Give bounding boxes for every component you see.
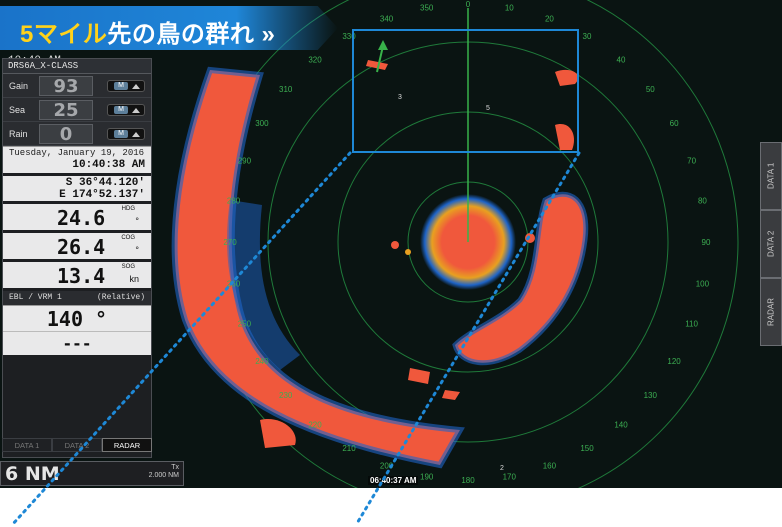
rain-mode-button[interactable]: M [107,128,145,140]
bearing-label-340: 340 [380,14,394,23]
bottom-clock: 06:40:37 AM [368,476,419,485]
bearing-label-80: 80 [698,197,707,206]
tab-radar[interactable]: RADAR [102,438,152,452]
range-box[interactable]: 6 NM Tx 2.000 NM [0,461,184,486]
bearing-label-320: 320 [308,56,322,65]
ebl-title: EBL / VRM 1 [9,293,62,302]
bearing-label-160: 160 [543,462,557,471]
ebl-value: 140 ° [3,305,151,331]
position-box: S 36°44.120' E 174°52.137' [3,173,151,201]
bearing-label-200: 200 [380,462,394,471]
longitude: E 174°52.137' [59,189,145,201]
rain-label: Rain [9,129,28,139]
stage: 350 0 10 20 30 40 50 60 70 80 90 100 110 120 130 140 150… [0,0,782,527]
cog-value: 26.4 [57,235,106,259]
cog-label: COG [121,235,135,241]
bearing-label-250: 250 [238,319,252,328]
bearing-label-70: 70 [687,157,696,166]
bearing-label-30: 30 [583,32,592,41]
latitude: S 36°44.120' [65,177,145,189]
bearing-label-310: 310 [279,85,293,94]
tx-value: 2.000 NM [148,472,179,479]
bearing-label-290: 290 [238,157,252,166]
sog-box: 13.4 SOG kn [3,259,151,288]
zoom-highlight-box [352,29,579,153]
bearing-label-300: 300 [255,119,269,128]
bearing-label-260: 260 [227,279,241,288]
bearing-label-10: 10 [505,4,514,13]
bearing-label-40: 40 [617,56,626,65]
bearing-label-110: 110 [685,319,698,328]
panel-tabs: DATA 1 DATA 2 RADAR [2,438,152,452]
rain-value[interactable]: 0 [39,124,93,144]
caption-text: 5マイル先の鳥の群れ » [20,14,275,49]
date-text: Tuesday, January 19, 2016 [9,148,145,158]
bearing-label-220: 220 [308,420,322,429]
bearing-label-280: 280 [227,197,241,206]
bearing-label-0: 0 [466,0,471,9]
bearing-label-150: 150 [580,444,594,453]
up-arrow-icon [132,132,140,137]
right-tab-data2[interactable]: DATA 2 [760,210,782,278]
up-arrow-icon [132,108,140,113]
gain-mode-button[interactable]: M [107,80,145,92]
bearing-label-100: 100 [696,279,710,288]
zoom-label-2: 2 [500,465,504,472]
heading-box: 24.6 HDG ° [3,201,151,230]
radar-screen[interactable]: 350 0 10 20 30 40 50 60 70 80 90 100 110 120 130 140 150… [0,0,782,488]
caption-highlight: 5マイル [20,21,108,48]
tx-info: Tx 2.000 NM [149,464,179,480]
range-value: 6 NM [5,463,60,485]
sea-value[interactable]: 25 [39,100,93,120]
cog-unit: ° [135,245,139,255]
tab-data1[interactable]: DATA 1 [2,438,52,452]
bearing-label-140: 140 [614,420,628,429]
sog-unit: kn [129,274,139,284]
bearing-label-270: 270 [223,238,237,247]
heading-label: HDG [121,206,135,212]
double-chevron-icon: » [261,21,276,48]
rain-control[interactable]: Rain 0 M [3,122,151,146]
bearing-label-210: 210 [342,444,356,453]
radar-name: DRS6A_X-CLASS [3,59,151,74]
cog-box: 26.4 COG ° [3,230,151,259]
right-tab-radar[interactable]: RADAR [760,278,782,346]
heading-value: 24.6 [57,206,106,230]
bearing-label-50: 50 [646,85,655,94]
ebl-vrm-box[interactable]: EBL / VRM 1 (Relative) 140 ° --- [3,288,151,355]
bearing-label-60: 60 [670,119,679,128]
sea-label: Sea [9,105,26,115]
data-panel: DRS6A_X-CLASS Gain 93 M Sea 25 M Rain 0 … [2,58,152,458]
bearing-label-170: 170 [503,472,517,481]
bearing-label-240: 240 [255,357,269,366]
tx-label: Tx [171,464,179,471]
bearing-label-20: 20 [545,14,554,23]
heading-unit: ° [135,216,139,226]
tab-data2[interactable]: DATA 2 [52,438,102,452]
bearing-label-190: 190 [420,472,434,481]
sog-label: SOG [121,264,135,270]
sea-control[interactable]: Sea 25 M [3,98,151,122]
bearing-label-90: 90 [702,238,711,247]
time-text: 10:40:38 AM [72,159,145,171]
bearing-label-230: 230 [279,391,293,400]
sea-mode-button[interactable]: M [107,104,145,116]
caption-main: 先の鳥の群れ [107,21,255,48]
gain-label: Gain [9,81,29,91]
vrm-value: --- [3,331,151,355]
caption-banner: 5マイル先の鳥の群れ » [0,6,338,50]
right-tabs: DATA 1 DATA 2 RADAR [760,142,782,346]
date-time-box: Tuesday, January 19, 2016 10:40:38 AM [3,146,151,173]
gain-control[interactable]: Gain 93 M [3,74,151,98]
bearing-label-120: 120 [667,357,681,366]
echo-bottom [408,368,460,400]
bearing-label-180: 180 [461,476,475,485]
sog-value: 13.4 [57,264,106,288]
up-arrow-icon [132,84,140,89]
right-tab-data1[interactable]: DATA 1 [760,142,782,210]
bearing-label-350: 350 [420,4,434,13]
bearing-label-130: 130 [644,391,658,400]
gain-value[interactable]: 93 [39,76,93,96]
ebl-mode: (Relative) [96,293,145,302]
